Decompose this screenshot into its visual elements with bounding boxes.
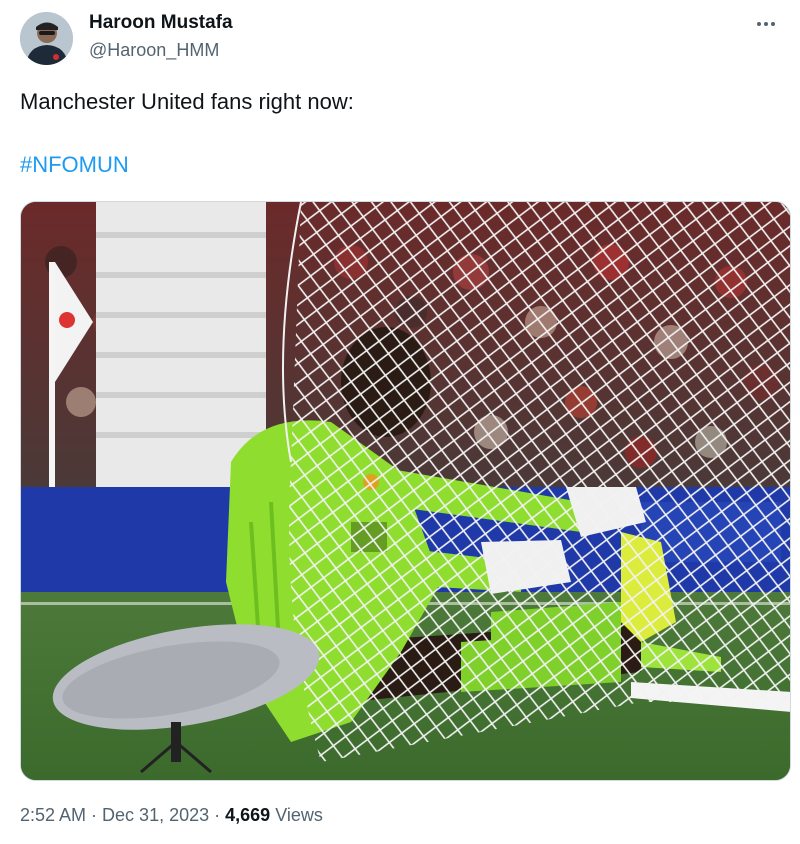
more-dots-icon [757,22,761,26]
meta-separator: · [91,805,98,825]
meta-separator: · [214,805,221,825]
tweet-date[interactable]: Dec 31, 2023 [102,805,209,825]
tweet-text: Manchester United fans right now: [20,89,354,114]
hashtag-link[interactable]: #NFOMUN [20,152,129,178]
views-label: Views [275,805,323,825]
avatar[interactable] [20,12,73,65]
more-options-button[interactable] [752,10,780,38]
user-avatar-icon [20,12,73,65]
photo-goalkeeper-in-net-icon [21,202,790,780]
author-name[interactable]: Haroon Mustafa [89,12,233,34]
tweet-media-photo[interactable] [20,201,791,781]
tweet-meta: 2:52 AM · Dec 31, 2023 · 4,669 Views [20,805,323,826]
views-count[interactable]: 4,669 [225,805,270,825]
author-handle[interactable]: @Haroon_HMM [89,40,219,61]
tweet-time[interactable]: 2:52 AM [20,805,86,825]
